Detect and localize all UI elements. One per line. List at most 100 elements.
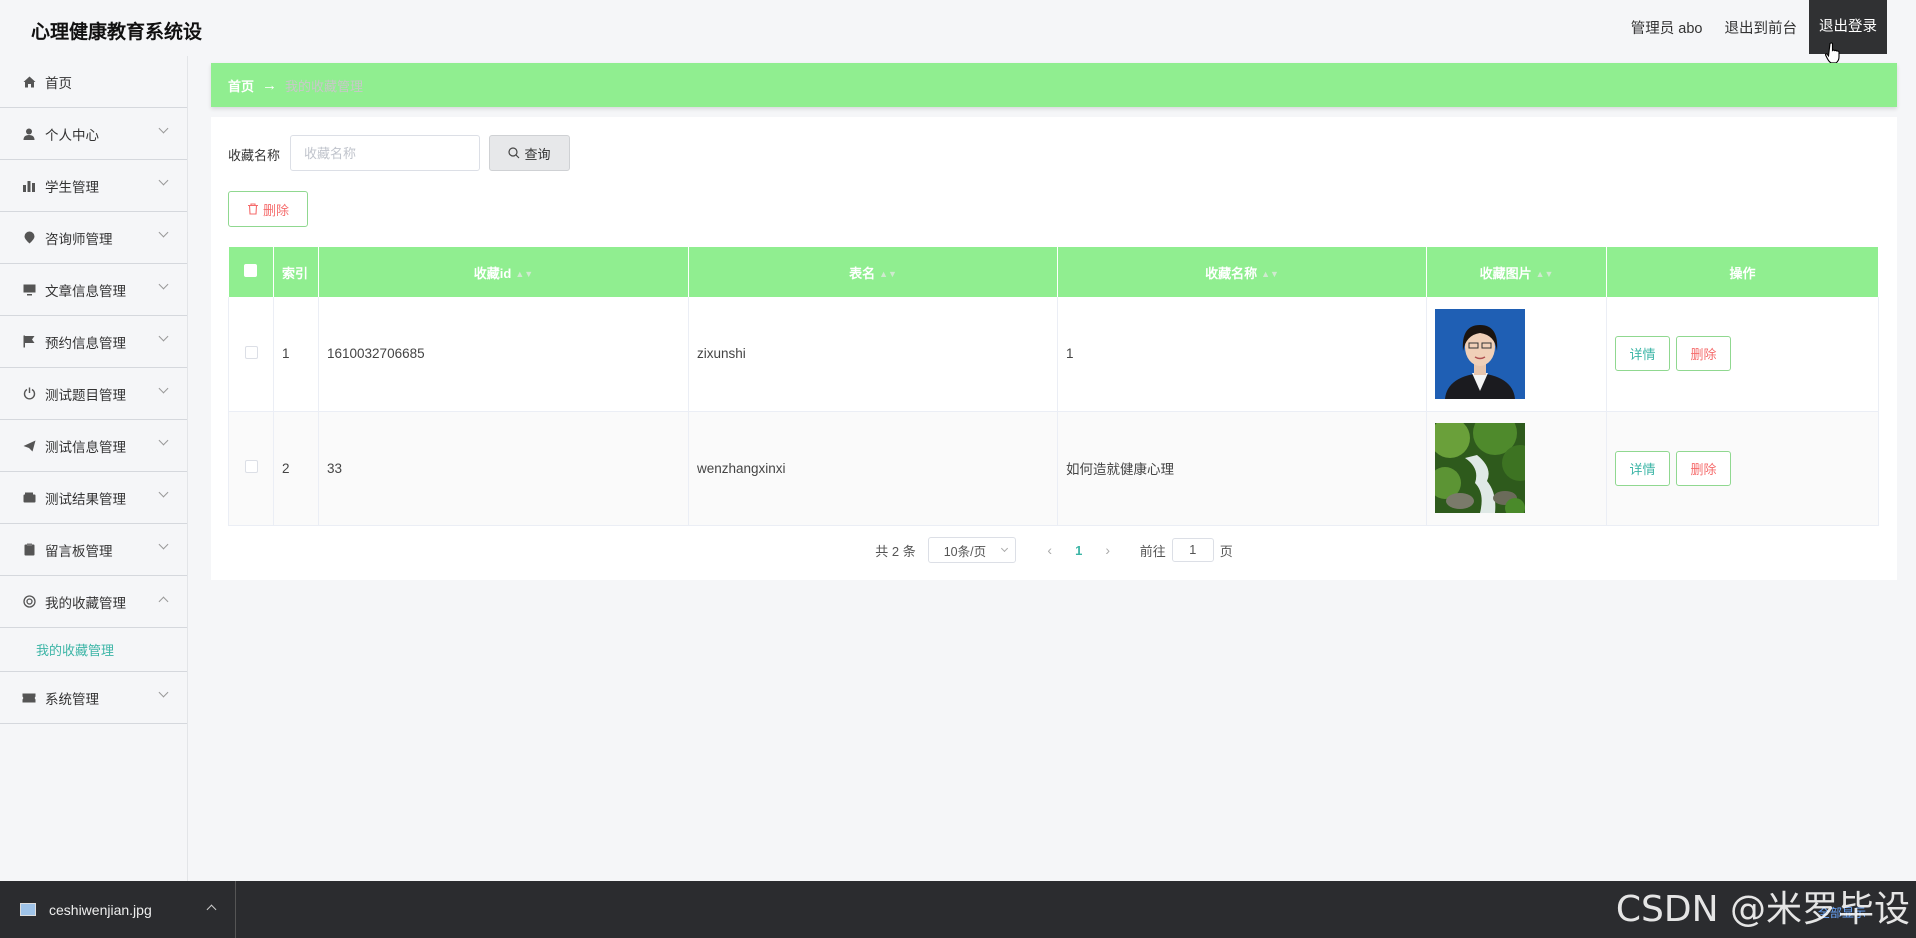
sidebar-item-articles[interactable]: 文章信息管理 [0, 264, 187, 316]
pagination-total: 共 2 条 [875, 543, 916, 559]
clipboard-icon [22, 543, 36, 557]
page-unit-label: 页 [1219, 543, 1233, 559]
cell-table-name: zixunshi [688, 297, 1058, 412]
sidebar-item-label: 我的收藏管理 [45, 595, 126, 611]
exit-to-front-link[interactable]: 退出到前台 [1725, 17, 1798, 38]
ticket-icon [22, 691, 36, 705]
sidebar-item-label: 学生管理 [45, 179, 99, 195]
row-checkbox[interactable] [244, 460, 258, 473]
chevron-down-icon [158, 227, 169, 238]
current-page-number[interactable]: 1 [1062, 543, 1096, 558]
chevron-down-icon [158, 123, 169, 134]
search-input[interactable] [290, 135, 480, 171]
row-checkbox[interactable] [244, 345, 258, 359]
row-select-cell[interactable] [228, 297, 274, 412]
sidebar-item-appointments[interactable]: 预约信息管理 [0, 316, 187, 368]
search-button-label: 查询 [524, 146, 551, 162]
column-header-favorite-image[interactable]: 收藏图片 ▲▼ [1426, 247, 1607, 297]
sidebar-item-test-info[interactable]: 测试信息管理 [0, 420, 187, 472]
circle-icon [22, 595, 36, 609]
sidebar-item-test-questions[interactable]: 测试题目管理 [0, 368, 187, 420]
top-header: 心理健康教育系统设 管理员 abo 退出到前台 退出登录 [0, 0, 1916, 56]
cell-table-name: wenzhangxinxi [688, 411, 1058, 526]
sidebar-item-my-favorites[interactable]: 我的收藏管理 [0, 576, 187, 628]
table-row: 1 1610032706685 zixunshi 1 详情 删除 [228, 297, 1879, 412]
column-header-actions: 操作 [1606, 247, 1879, 297]
flag-icon [22, 335, 36, 349]
user-icon [22, 127, 36, 141]
detail-button[interactable]: 详情 [1615, 336, 1670, 372]
prev-page-button[interactable]: ‹ [1038, 542, 1062, 558]
sidebar-item-label: 测试信息管理 [45, 439, 126, 455]
search-icon [508, 147, 520, 159]
cell-id: 33 [318, 411, 689, 526]
home-icon [22, 75, 36, 89]
chart-icon [22, 179, 36, 193]
column-header-index: 索引 [273, 247, 319, 297]
select-all-cell[interactable] [228, 247, 274, 297]
sort-icon[interactable]: ▲▼ [1261, 269, 1279, 279]
chevron-down-icon [158, 687, 169, 698]
cell-index: 1 [273, 297, 319, 412]
monitor-icon [22, 283, 36, 297]
sidebar-item-label: 文章信息管理 [45, 283, 126, 299]
delete-button[interactable]: 删除 [1676, 450, 1731, 486]
cell-index: 2 [273, 411, 319, 526]
row-select-cell[interactable] [228, 411, 274, 526]
breadcrumb-home[interactable]: 首页 [228, 76, 254, 95]
favorites-table: 索引 收藏id ▲▼ 表名 ▲▼ 收藏名称 ▲▼ 收藏图片 ▲▼ 操作 1 161003… [228, 247, 1879, 526]
header-actions: 管理员 abo 退出到前台 退出登录 [1609, 0, 1887, 54]
logout-button[interactable]: 退出登录 [1809, 0, 1887, 54]
cell-favorite-name: 如何造就健康心理 [1057, 411, 1427, 526]
sidebar-item-counselors[interactable]: 咨询师管理 [0, 212, 187, 264]
chevron-down-icon [158, 539, 169, 550]
chevron-down-icon [158, 487, 169, 498]
chevron-down-icon [1000, 544, 1008, 553]
chevron-up-icon[interactable] [206, 904, 217, 915]
pagination: 共 2 条 10条/页 ‹ 1 › 前往 1 页 [211, 537, 1897, 563]
cell-actions: 详情 删除 [1606, 297, 1879, 412]
page-size-value: 10条/页 [943, 544, 987, 559]
next-page-button[interactable]: › [1096, 542, 1120, 558]
sidebar-item-label: 测试结果管理 [45, 491, 126, 507]
page-size-select[interactable]: 10条/页 [927, 537, 1016, 563]
forest-waterfall-image [1435, 423, 1525, 513]
chevron-down-icon [158, 279, 169, 290]
download-item[interactable]: ceshiwenjian.jpg [0, 881, 236, 938]
column-header-table-name[interactable]: 表名 ▲▼ [688, 247, 1058, 297]
chevron-up-icon [158, 596, 169, 607]
sidebar-item-label: 系统管理 [45, 691, 99, 707]
detail-button[interactable]: 详情 [1615, 450, 1670, 486]
chevron-down-icon [158, 383, 169, 394]
sidebar-item-personal-center[interactable]: 个人中心 [0, 108, 187, 160]
submenu-my-favorites[interactable]: 我的收藏管理 [0, 628, 187, 672]
sort-icon[interactable]: ▲▼ [515, 269, 533, 279]
sort-icon[interactable]: ▲▼ [879, 269, 897, 279]
csdn-watermark: CSDN @米罗毕设 [1615, 889, 1910, 930]
sidebar-item-test-results[interactable]: 测试结果管理 [0, 472, 187, 524]
app-title: 心理健康教育系统设 [31, 22, 203, 43]
goto-label: 前往 [1139, 543, 1166, 559]
sidebar-item-label: 预约信息管理 [45, 335, 126, 351]
sidebar-item-label: 留言板管理 [45, 543, 113, 559]
breadcrumb-arrow: → [262, 76, 278, 94]
search-button[interactable]: 查询 [489, 135, 570, 171]
sidebar-item-home[interactable]: 首页 [0, 56, 187, 108]
select-all-checkbox[interactable] [244, 264, 258, 277]
search-label: 收藏名称 [228, 148, 281, 163]
column-header-favorite-name[interactable]: 收藏名称 ▲▼ [1057, 247, 1427, 297]
sidebar-item-message-board[interactable]: 留言板管理 [0, 524, 187, 576]
hand-cursor-icon [1825, 42, 1840, 64]
portrait-image [1435, 308, 1525, 399]
delete-button[interactable]: 删除 [1676, 336, 1731, 372]
content-panel: 收藏名称 查询 删除 索引 收藏id▲▼ 表名▲▼ 收藏名称▲▼ 收藏图片▲▼ … [211, 117, 1897, 580]
sidebar-item-students[interactable]: 学生管理 [0, 160, 187, 212]
cell-favorite-name: 1 [1057, 297, 1427, 412]
sidebar-item-system[interactable]: 系统管理 [0, 672, 187, 724]
sort-icon[interactable]: ▲▼ [1536, 269, 1554, 279]
admin-user-label: 管理员 abo [1630, 20, 1703, 37]
page-jump-input[interactable]: 1 [1171, 538, 1214, 562]
column-header-id[interactable]: 收藏id ▲▼ [318, 247, 689, 297]
power-icon [22, 387, 36, 401]
batch-delete-button[interactable]: 删除 [228, 191, 308, 227]
